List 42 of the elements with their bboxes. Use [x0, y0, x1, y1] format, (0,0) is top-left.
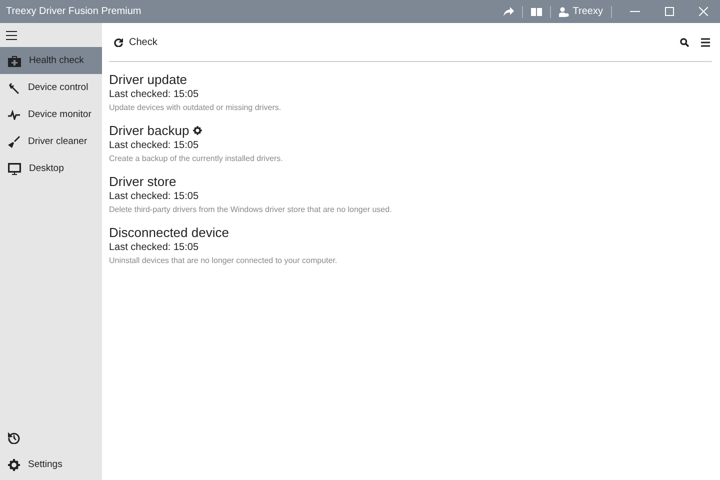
history-icon [8, 432, 20, 444]
wrench-icon [8, 82, 20, 94]
sidebar-item[interactable]: Desktop [0, 155, 102, 182]
last-checked-text: Last checked: 15:05 [109, 140, 200, 151]
search-button[interactable] [678, 36, 691, 48]
close-icon [698, 7, 708, 16]
sidebar-item[interactable]: Settings [0, 451, 102, 478]
section-description: Create a backup of the currently installed drivers. [109, 154, 284, 163]
book-icon [530, 6, 542, 16]
minimize-icon [630, 11, 640, 12]
maximize-icon [664, 7, 674, 16]
sidebar-item[interactable]: Health check [0, 47, 102, 74]
menu-icon [6, 30, 17, 40]
section-description: Update devices with outdated or missing drivers. [109, 103, 282, 112]
check-button[interactable]: Check [109, 36, 162, 48]
list-menu-button[interactable] [699, 36, 712, 48]
share-icon [502, 6, 514, 16]
search-icon [680, 38, 689, 46]
last-checked-text: Last checked: 15:05 [109, 242, 200, 253]
sidebar-item[interactable]: Device control [0, 74, 102, 101]
monitor-icon [8, 162, 21, 174]
share-button[interactable] [500, 4, 516, 18]
first-aid-kit-icon [8, 54, 21, 66]
list-icon [701, 38, 710, 46]
section-title: Driver update [109, 72, 188, 87]
refresh-icon [114, 38, 123, 46]
section-title: Disconnected device [109, 225, 229, 240]
settings-icon[interactable] [193, 126, 202, 135]
window-title: Treexy Driver Fusion Premium [6, 6, 142, 17]
pulse-icon [8, 110, 20, 120]
sidebar-item[interactable]: Device monitor [0, 101, 102, 128]
brush-icon [8, 136, 20, 148]
settings-icon [8, 458, 20, 470]
section-description: Uninstall devices that are no longer connected to your computer. [109, 256, 338, 265]
sidebar-item[interactable]: Driver cleaner [0, 128, 102, 155]
last-checked-text: Last checked: 15:05 [109, 89, 200, 100]
last-checked-text: Last checked: 15:05 [109, 191, 200, 202]
section-description: Delete third-party drivers from the Windows driver store that are no longer used. [109, 205, 393, 214]
user-icon [558, 6, 569, 16]
section-title: Driver store [109, 174, 176, 189]
account-button[interactable]: Treexy [556, 6, 605, 17]
section-title: Driver backup [109, 123, 190, 138]
